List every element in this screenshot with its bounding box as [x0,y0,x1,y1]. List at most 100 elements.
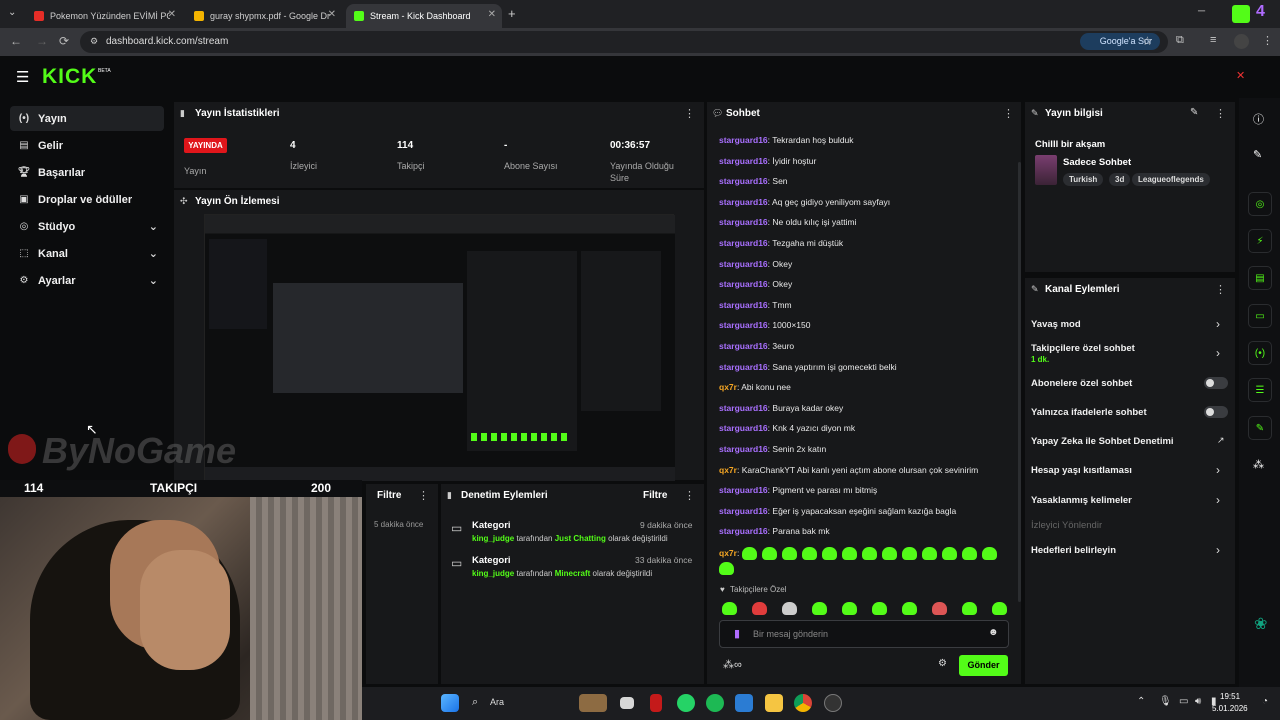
chat-username[interactable]: starguard16 [719,423,768,433]
more-icon[interactable]: ⋮ [684,489,695,502]
clock-time[interactable]: 19:51 [1220,692,1240,701]
file-explorer-icon[interactable] [765,694,783,712]
external-link-icon[interactable]: ↗ [1217,435,1225,446]
windows-start-icon[interactable] [441,694,459,712]
lightning-icon[interactable]: ⚡︎ [1248,229,1272,253]
filter-button[interactable]: Filtre [643,490,667,501]
pen-icon[interactable]: ✎ [1253,148,1262,161]
sidebar-item-basarilar[interactable]: 🏆︎ Başarılar [10,160,164,185]
stream-video[interactable] [204,214,675,481]
emote-option-icon[interactable] [992,602,1007,616]
more-icon[interactable]: ⋮ [684,107,695,120]
forward-icon[interactable]: → [36,34,48,48]
chat-username[interactable]: starguard16 [719,300,768,310]
chat-username[interactable]: starguard16 [719,506,768,516]
more-icon[interactable]: ⋮ [1003,107,1014,120]
emote-option-icon[interactable] [752,602,767,616]
chevron-right-icon[interactable]: › [1216,346,1220,360]
emote-option-icon[interactable] [812,602,827,616]
chat-username[interactable]: starguard16 [719,135,768,145]
close-app-icon[interactable]: ✕ [1236,69,1245,82]
chat-username[interactable]: starguard16 [719,176,768,186]
chat-username[interactable]: starguard16 [719,217,768,227]
action-banned-words[interactable]: Yasaklanmış kelimeler [1031,495,1132,506]
action-emotes-only[interactable]: Yalnızca ifadelerle sohbet [1031,407,1147,418]
new-tab-icon[interactable]: + [508,6,516,21]
kick-logo[interactable]: KICK [42,65,97,89]
action-subscribers-only[interactable]: Abonelere özel sohbet [1031,378,1132,389]
chat-username[interactable]: qx7r [719,382,737,392]
filter-label[interactable]: Filtre [377,490,401,501]
chat-username[interactable]: starguard16 [719,362,768,372]
action-set-goals[interactable]: Hedefleri belirleyin [1031,545,1116,556]
reading-list-icon[interactable]: ≡ [1210,34,1216,46]
emote-option-icon[interactable] [782,602,797,616]
bookmark-star-icon[interactable]: ☆ [1142,34,1153,48]
more-icon[interactable]: ⋮ [1215,283,1226,296]
taskbar-search-icon[interactable]: ⌕ [472,696,478,709]
mod-user[interactable]: king_judge [472,569,514,578]
emote-option-icon[interactable] [902,602,917,616]
extensions-icon[interactable]: ⧉ [1176,34,1184,47]
chat-username[interactable]: starguard16 [719,320,768,330]
edit-icon[interactable]: ✎ [1190,107,1198,118]
chat-username[interactable]: starguard16 [719,279,768,289]
minimize-icon[interactable]: ─ [1198,6,1205,17]
task-view-icon[interactable] [620,697,634,709]
action-account-age[interactable]: Hesap yaşı kısıtlaması [1031,465,1132,476]
info-icon[interactable]: ⓘ [1253,111,1264,127]
back-icon[interactable]: ← [10,34,22,48]
emote-option-icon[interactable] [962,602,977,616]
chat-username[interactable]: starguard16 [719,197,768,207]
subscribers-only-toggle[interactable] [1204,377,1228,389]
sidebar-item-yayin[interactable]: (•) Yayın [10,106,164,131]
taskbar-search-label[interactable]: Ara [490,697,504,707]
chat-settings-icon[interactable]: ⚙ [938,658,947,669]
more-icon[interactable]: ⋮ [1215,107,1226,120]
chat-username[interactable]: qx7r [719,465,737,475]
avatar[interactable] [1234,34,1249,49]
chat-username[interactable]: starguard16 [719,485,768,495]
emote-option-icon[interactable] [872,602,887,616]
action-followers-only[interactable]: Takipçilere özel sohbet [1031,343,1135,354]
browser-tab-2[interactable]: guray shypmx.pdf - Google Drive ✕ [186,4,342,28]
chat-bubble-icon[interactable]: ▭ [1248,304,1272,328]
more-icon[interactable]: ⋮ [1262,34,1273,47]
chevron-right-icon[interactable]: › [1216,317,1220,331]
kick-extension-icon[interactable] [1232,5,1250,23]
chatgpt-icon[interactable]: ❀ [1254,614,1267,634]
browser-tab-1[interactable]: Pokemon Yüzünden EVİMİ POLİ ✕ [26,4,182,28]
preview-toggle-icon[interactable]: ◎ [1248,192,1272,216]
sidebar-item-studyo[interactable]: ◎ Stüdyo ⌄ [10,214,164,239]
chat-username[interactable]: starguard16 [719,341,768,351]
send-button[interactable]: Gönder [959,655,1008,676]
tray-volume-icon[interactable]: 🔊︎ [1195,696,1201,707]
broadcast-icon[interactable]: (•) [1248,341,1272,365]
mail-icon[interactable] [735,694,753,712]
address-bar[interactable]: dashboard.kick.com/stream [80,31,1168,53]
chat-username[interactable]: starguard16 [719,156,768,166]
tools-icon[interactable]: ✎ [1248,416,1272,440]
emote-option-icon[interactable] [842,602,857,616]
emoji-icon[interactable]: ☻ [988,627,999,638]
chrome-icon[interactable] [794,694,812,712]
chevron-right-icon[interactable]: › [1216,463,1220,477]
obs-icon[interactable] [824,694,842,712]
mod-user[interactable]: king_judge [472,534,514,543]
tray-mic-icon[interactable]: 🎙︎ [1159,696,1172,707]
acrobat-icon[interactable] [650,694,662,712]
spotify-icon[interactable] [706,694,724,712]
category-name[interactable]: Sadece Sohbet [1063,157,1131,168]
emote-option-icon[interactable] [722,602,737,616]
reload-icon[interactable]: ⟳ [59,34,69,48]
clock-date[interactable]: 5.01.2026 [1212,704,1248,713]
chat-username[interactable]: qx7r [719,548,737,558]
tray-chevron-icon[interactable]: ⌃ [1137,696,1145,707]
close-icon[interactable]: ✕ [488,9,496,20]
chevron-right-icon[interactable]: › [1216,543,1220,557]
chat-username[interactable]: starguard16 [719,238,768,248]
document-icon[interactable]: ▤ [1248,266,1272,290]
chat-username[interactable]: starguard16 [719,403,768,413]
list-icon[interactable]: ☰ [1248,378,1272,402]
chat-username[interactable]: starguard16 [719,526,768,536]
